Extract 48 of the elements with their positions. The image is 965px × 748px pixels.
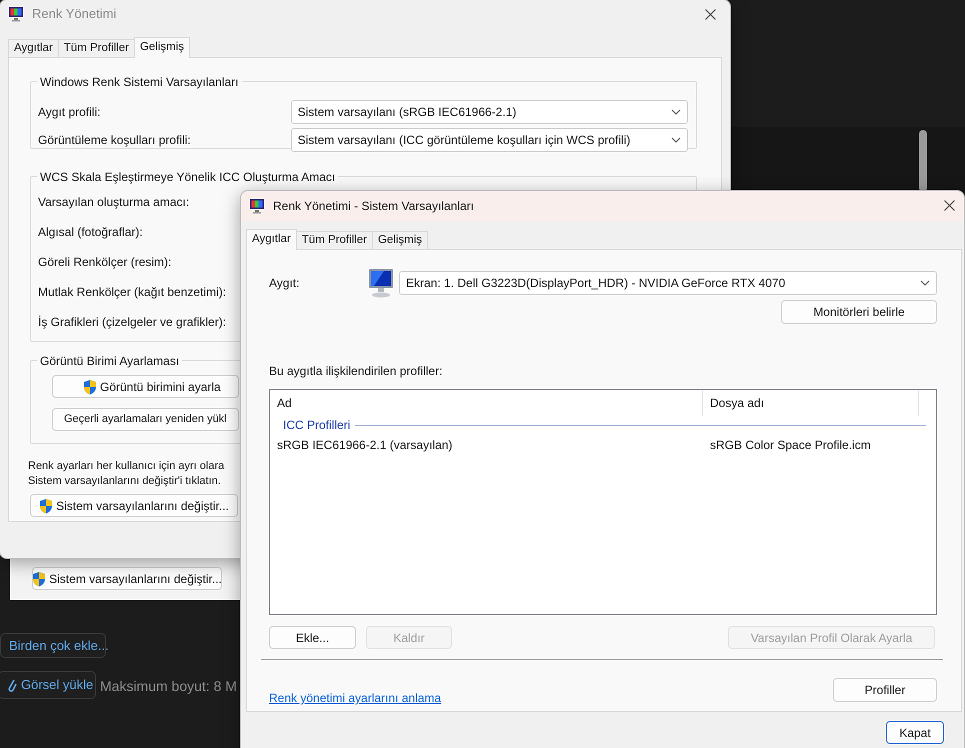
dropdown[interactable]: Sistem varsayılanı (sRGB IEC61966-2.1) xyxy=(290,100,688,124)
close-icon[interactable] xyxy=(705,9,716,20)
dropdown[interactable]: Sistem varsayılanı (ICC görüntüleme koşulları için WCS profili) xyxy=(290,128,688,152)
change-defaults-button[interactable]: Sistem varsayılanlarını değiştir... xyxy=(30,494,238,517)
profiles-button[interactable]: Profiller xyxy=(833,678,937,702)
field-label: Göreli Renkölçer (resim): xyxy=(38,255,172,269)
scrollbar[interactable] xyxy=(919,130,927,192)
chevron-down-icon xyxy=(920,280,930,286)
group-header: ICC Profilleri xyxy=(283,417,350,434)
section-label: Bu aygıtla ilişkilendirilen profiller: xyxy=(269,364,442,378)
tab[interactable]: Gelişmiş xyxy=(372,231,428,249)
help-link[interactable]: Renk yönetimi ayarlarını anlama xyxy=(269,689,442,707)
list-row[interactable]: sRGB IEC61966-2.1 (varsayılan) sRGB Color Space Profile.icm xyxy=(270,434,936,456)
calibration-button[interactable]: Geçerli ayarlamaları yeniden yükl xyxy=(52,408,239,431)
upload-button[interactable]: Görsel yükle xyxy=(0,671,96,699)
paperclip-icon xyxy=(7,677,17,693)
add-button[interactable]: Ekle... xyxy=(269,626,356,649)
close-icon[interactable] xyxy=(944,200,955,211)
tab[interactable]: Aygıtlar xyxy=(8,39,59,57)
add-many-button[interactable]: Birden çok ekle... xyxy=(0,633,106,658)
monitor-icon xyxy=(249,198,265,214)
identify-monitors-button[interactable]: Monitörleri belirle xyxy=(781,300,937,324)
tab[interactable]: Aygıtlar xyxy=(246,229,297,250)
info-text: Sistem varsayılanlarını değiştir'i tıklatın. xyxy=(28,475,221,487)
monitor-icon xyxy=(366,267,396,299)
field-label: İş Grafikleri (çizelgeler ve grafikler): xyxy=(38,315,226,329)
field-label: Aygıt profili: xyxy=(38,104,102,121)
field-label: Görüntüleme koşulları profili: xyxy=(38,132,192,149)
window-title: Renk Yönetimi xyxy=(32,5,116,24)
table-cell-text: sRGB IEC61966-2.1 (varsayılan) xyxy=(276,437,454,454)
info-text: Renk ayarları her kullanıcı için ayrı olara xyxy=(28,460,224,472)
column-header[interactable]: Ad xyxy=(270,390,703,416)
change-defaults-button[interactable]: Sistem varsayılanlarını değiştir... xyxy=(32,567,222,590)
field-label: Varsayılan oluşturma amacı: xyxy=(38,195,190,209)
field-label: Mutlak Renkölçer (kağıt benzetimi): xyxy=(38,285,226,299)
size-limit-text: Maksimum boyut: 8 M xyxy=(100,677,237,696)
calibration-button[interactable]: Görüntü birimini ayarla xyxy=(52,375,239,398)
tab[interactable]: Gelişmiş xyxy=(134,37,190,58)
chevron-down-icon xyxy=(671,137,681,143)
field-label: Aygıt: xyxy=(269,275,300,292)
monitor-icon xyxy=(8,6,24,22)
device-dropdown[interactable]: Ekran: 1. Dell G3223D(DisplayPort_HDR) - NVIDIA GeForce RTX 4070 xyxy=(399,271,937,295)
window-title: Renk Yönetimi - Sistem Varsayılanları xyxy=(273,198,474,215)
close-dialog-button[interactable]: Kapat xyxy=(886,721,944,744)
field-label: Algısal (fotoğraflar): xyxy=(38,225,143,239)
chevron-down-icon xyxy=(671,109,681,115)
column-header[interactable]: Dosya adı xyxy=(703,390,919,416)
table-cell-text: sRGB Color Space Profile.icm xyxy=(709,437,871,454)
